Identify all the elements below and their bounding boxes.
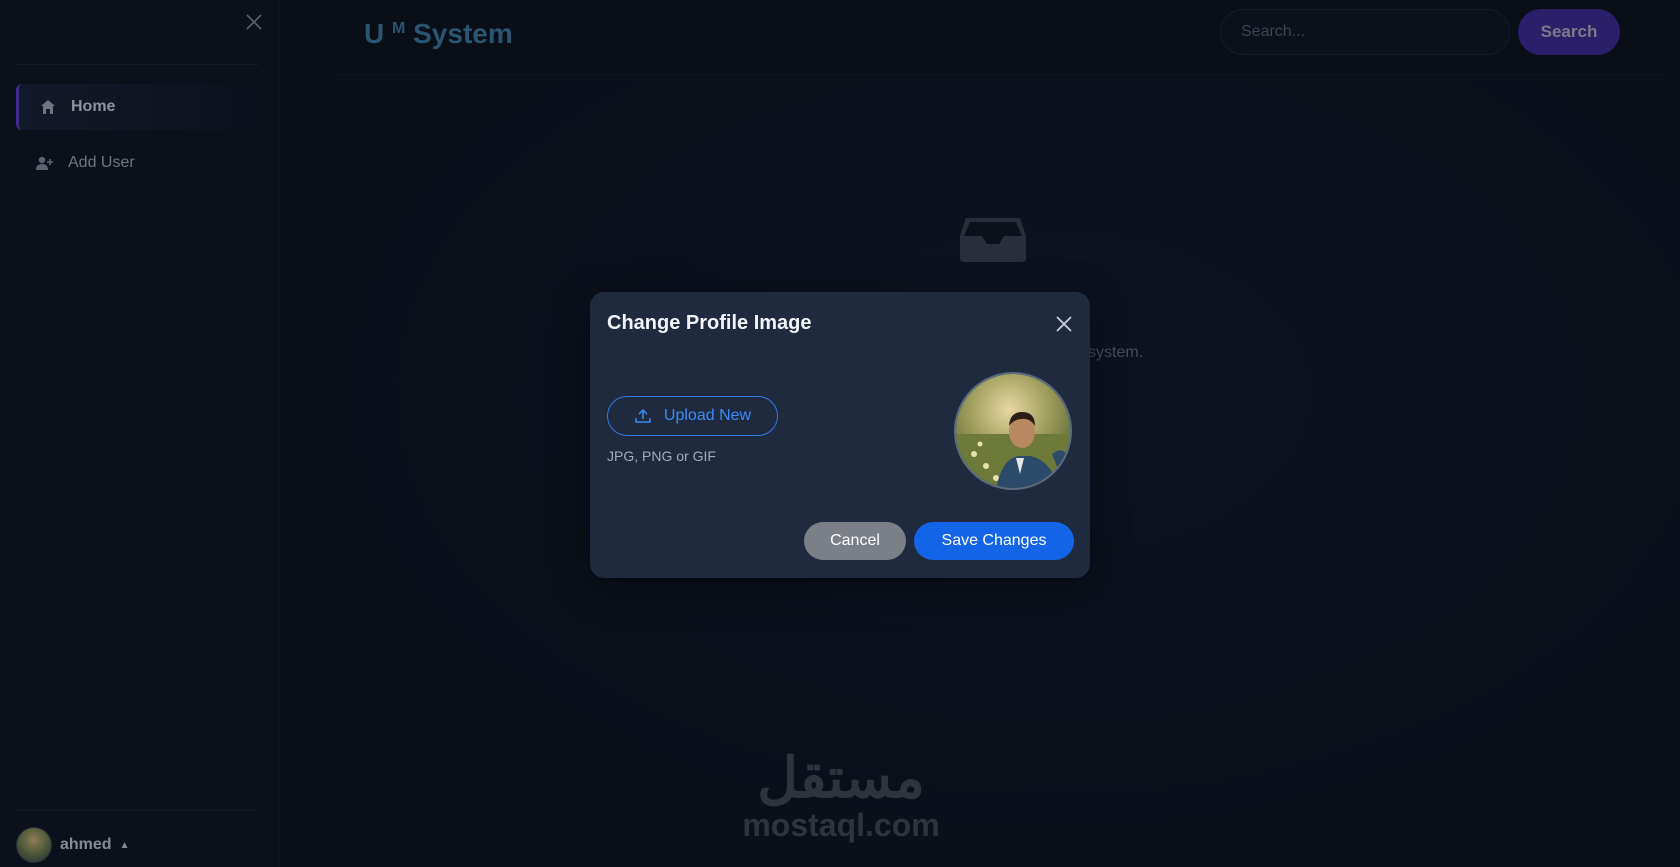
cancel-button[interactable]: Cancel	[804, 522, 906, 560]
upload-label: Upload New	[663, 407, 752, 424]
upload-hint: JPG, PNG or GIF	[607, 448, 716, 464]
change-profile-image-modal: Change Profile Image Upload New JPG, PNG…	[590, 292, 1090, 578]
save-changes-button[interactable]: Save Changes	[914, 522, 1074, 560]
upload-new-button[interactable]: Upload New	[607, 396, 778, 436]
upload-icon	[635, 408, 651, 423]
close-icon[interactable]	[1052, 312, 1076, 336]
profile-image-preview	[954, 372, 1072, 490]
modal-title: Change Profile Image	[607, 312, 812, 334]
